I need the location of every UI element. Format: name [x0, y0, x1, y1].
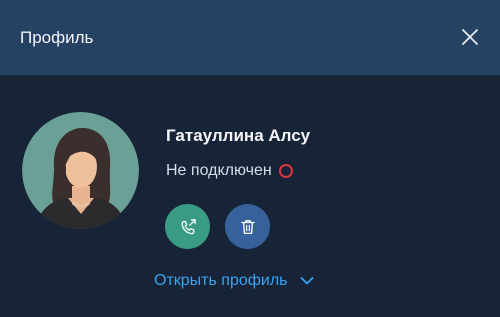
- close-icon: [462, 29, 478, 45]
- open-profile-link[interactable]: Открыть профиль: [154, 270, 314, 292]
- avatar: [22, 112, 139, 229]
- panel-header: Профиль: [0, 0, 500, 75]
- status-row: Не подключен: [166, 161, 293, 181]
- open-profile-label: Открыть профиль: [154, 272, 288, 289]
- call-button[interactable]: [165, 204, 210, 249]
- trash-icon: [240, 219, 255, 234]
- status-text: Не подключен: [166, 162, 272, 179]
- female-avatar-icon: [22, 112, 139, 229]
- close-button[interactable]: [458, 25, 482, 49]
- offline-status-icon: [278, 164, 293, 178]
- delete-button[interactable]: [225, 204, 270, 249]
- user-name: Гатауллина Алсу: [166, 126, 311, 145]
- phone-forward-icon: [181, 218, 196, 234]
- panel-title: Профиль: [20, 28, 94, 47]
- chevron-down-icon: [300, 276, 314, 286]
- profile-panel: Профиль Гатауллина Алсу Не подключен Отк…: [0, 0, 500, 317]
